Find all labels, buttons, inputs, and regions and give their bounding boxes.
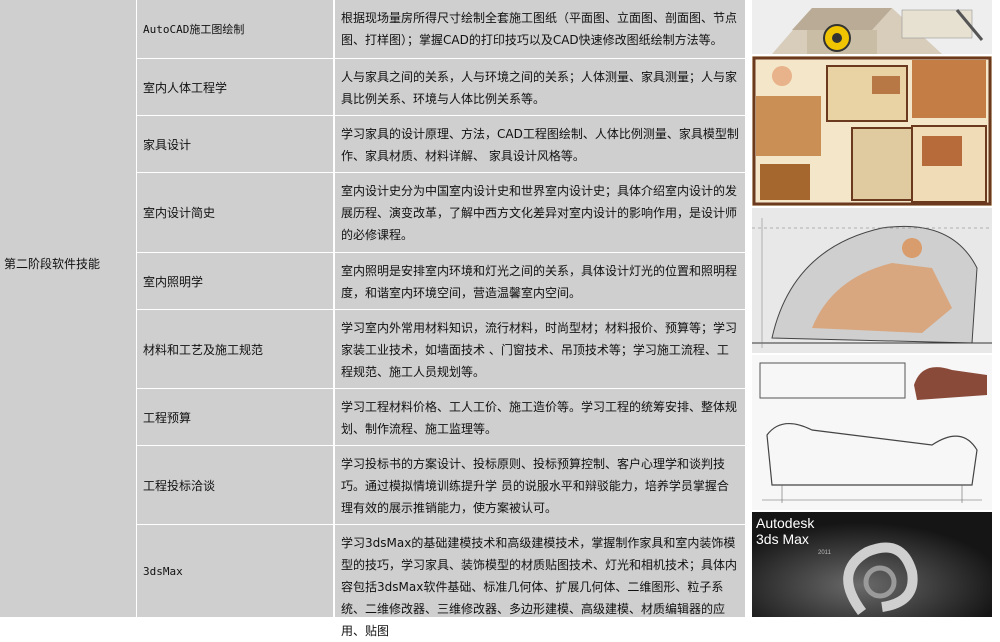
course-name: 室内照明学	[137, 253, 335, 309]
course-description: 人与家具之间的关系，人与环境之间的关系；人体测量、家具测量；人与家具比例关系、环…	[335, 59, 745, 115]
furniture-drawing-image	[752, 355, 992, 510]
course-table: AutoCAD施工图绘制 根据现场量房所得尺寸绘制全套施工图纸（平面图、立面图、…	[137, 0, 745, 638]
3dsmax-splash-image: Autodesk 3ds Max 2011	[752, 512, 992, 617]
ergonomics-sketch-image	[752, 208, 992, 353]
table-row: 工程投标洽谈 学习投标书的方案设计、投标原则、投标预算控制、客户心理学和谈判技巧…	[137, 446, 745, 525]
max-product: 3ds Max	[756, 531, 809, 547]
table-row: 室内人体工程学 人与家具之间的关系，人与环境之间的关系；人体测量、家具测量；人与…	[137, 59, 745, 116]
course-name: 工程预算	[137, 389, 335, 445]
course-name: 工程投标洽谈	[137, 446, 335, 524]
course-description: 学习投标书的方案设计、投标原则、投标预算控制、客户心理学和谈判技巧。通过模拟情境…	[335, 446, 745, 524]
course-name: 3dsMax	[137, 525, 335, 617]
course-description: 学习家具的设计原理、方法，CAD工程图绘制、人体比例测量、家具模型制作、家具材质…	[335, 116, 745, 172]
max-brand: Autodesk	[756, 515, 815, 531]
table-row: AutoCAD施工图绘制 根据现场量房所得尺寸绘制全套施工图纸（平面图、立面图、…	[137, 0, 745, 59]
stage-label: 第二阶段软件技能	[4, 257, 101, 271]
course-description: 学习工程材料价格、工人工价、施工造价等。学习工程的统筹安排、整体规划、制作流程、…	[335, 389, 745, 445]
course-description: 室内设计史分为中国室内设计史和世界室内设计史；具体介绍室内设计的发展历程、演变改…	[335, 173, 745, 252]
table-row: 工程预算 学习工程材料价格、工人工价、施工造价等。学习工程的统筹安排、整体规划、…	[137, 389, 745, 446]
course-description: 室内照明是安排室内环境和灯光之间的关系，具体设计灯光的位置和照明程度，和谐室内环…	[335, 253, 745, 309]
stage-cell: 第二阶段软件技能	[0, 0, 136, 617]
table-row: 家具设计 学习家具的设计原理、方法，CAD工程图绘制、人体比例测量、家具模型制作…	[137, 116, 745, 173]
table-row: 3dsMax 学习3dsMax的基础建模技术和高级建模技术，掌握制作家具和室内装…	[137, 525, 745, 638]
image-column: Autodesk 3ds Max 2011	[752, 0, 992, 617]
course-description: 学习3dsMax的基础建模技术和高级建模技术，掌握制作家具和室内装饰模型的技巧，…	[335, 525, 745, 638]
course-description: 学习室内外常用材料知识，流行材料，时尚型材；材料报价、预算等；学习家装工业技术，…	[335, 310, 745, 388]
course-description: 根据现场量房所得尺寸绘制全套施工图纸（平面图、立面图、剖面图、节点图、打样图）；…	[335, 0, 745, 58]
course-name: 材料和工艺及施工规范	[137, 310, 335, 388]
table-row: 室内照明学 室内照明是安排室内环境和灯光之间的关系，具体设计灯光的位置和照明程度…	[137, 253, 745, 310]
table-row: 室内设计简史 室内设计史分为中国室内设计史和世界室内设计史；具体介绍室内设计的发…	[137, 173, 745, 253]
course-name: 家具设计	[137, 116, 335, 172]
house-model-image	[752, 0, 992, 54]
floor-plan-image	[752, 56, 992, 206]
table-row: 材料和工艺及施工规范 学习室内外常用材料知识，流行材料，时尚型材；材料报价、预算…	[137, 310, 745, 389]
divider	[992, 0, 1000, 617]
course-name: AutoCAD施工图绘制	[137, 0, 335, 58]
course-name: 室内设计简史	[137, 173, 335, 252]
max-year: 2011	[818, 550, 832, 556]
divider	[745, 0, 752, 617]
course-name: 室内人体工程学	[137, 59, 335, 115]
